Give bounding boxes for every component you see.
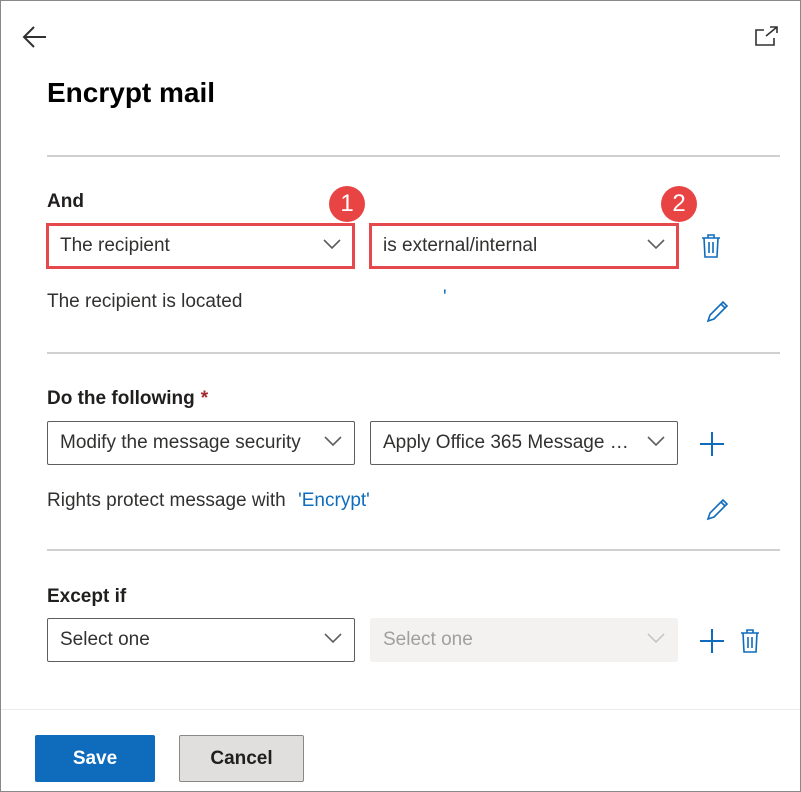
chevron-down-icon bbox=[324, 436, 342, 447]
condition-description: The recipient is located bbox=[47, 291, 243, 312]
cancel-button[interactable]: Cancel bbox=[179, 735, 304, 782]
save-button[interactable]: Save bbox=[35, 735, 155, 782]
pencil-icon[interactable] bbox=[705, 298, 731, 324]
popout-icon[interactable] bbox=[754, 25, 780, 47]
dropdown-value: Select one bbox=[383, 629, 473, 650]
condition-predicate-dropdown[interactable]: is external/internal bbox=[370, 224, 678, 268]
trash-icon[interactable] bbox=[700, 233, 722, 259]
action-description-text: Rights protect message with bbox=[47, 490, 286, 511]
action-dropdown[interactable]: Modify the message security bbox=[47, 421, 355, 465]
condition-description-link[interactable]: ' bbox=[443, 287, 447, 309]
actions-label-text: Do the following bbox=[47, 388, 195, 409]
action-description: Rights protect message with 'Encrypt' bbox=[47, 490, 370, 512]
required-mark: * bbox=[200, 388, 209, 409]
divider bbox=[47, 155, 780, 157]
chevron-down-icon bbox=[324, 633, 342, 644]
rule-panel: Encrypt mail And The recipient is extern… bbox=[0, 0, 801, 792]
dropdown-value: Select one bbox=[60, 629, 150, 650]
action-value-dropdown[interactable]: Apply Office 365 Message Encryption and … bbox=[370, 421, 678, 465]
dropdown-value: is external/internal bbox=[383, 235, 538, 256]
plus-icon[interactable] bbox=[699, 431, 725, 457]
chevron-down-icon bbox=[647, 633, 665, 644]
condition-subject-dropdown[interactable]: The recipient bbox=[47, 224, 354, 268]
divider bbox=[47, 352, 780, 354]
exception-dropdown[interactable]: Select one bbox=[47, 618, 355, 662]
exception-value-dropdown: Select one bbox=[370, 618, 678, 662]
divider bbox=[47, 549, 780, 551]
chevron-down-icon bbox=[647, 239, 665, 250]
page-title: Encrypt mail bbox=[47, 77, 216, 108]
dropdown-value: The recipient bbox=[60, 235, 170, 256]
pencil-icon[interactable] bbox=[705, 496, 731, 522]
footer-divider bbox=[1, 709, 800, 710]
callout-badge-2: 2 bbox=[661, 186, 697, 222]
actions-label: Do the following * bbox=[47, 388, 208, 410]
chevron-down-icon bbox=[647, 436, 665, 447]
back-arrow-icon[interactable] bbox=[21, 23, 49, 51]
encrypt-link[interactable]: 'Encrypt' bbox=[298, 490, 370, 511]
trash-icon[interactable] bbox=[739, 628, 761, 654]
callout-badge-1: 1 bbox=[329, 186, 365, 222]
exceptions-label: Except if bbox=[47, 586, 127, 607]
dropdown-value: Apply Office 365 Message Encryption and … bbox=[383, 432, 678, 453]
conditions-label: And bbox=[47, 191, 84, 212]
dropdown-value: Modify the message security bbox=[60, 432, 301, 453]
plus-icon[interactable] bbox=[699, 628, 725, 654]
chevron-down-icon bbox=[323, 239, 341, 250]
